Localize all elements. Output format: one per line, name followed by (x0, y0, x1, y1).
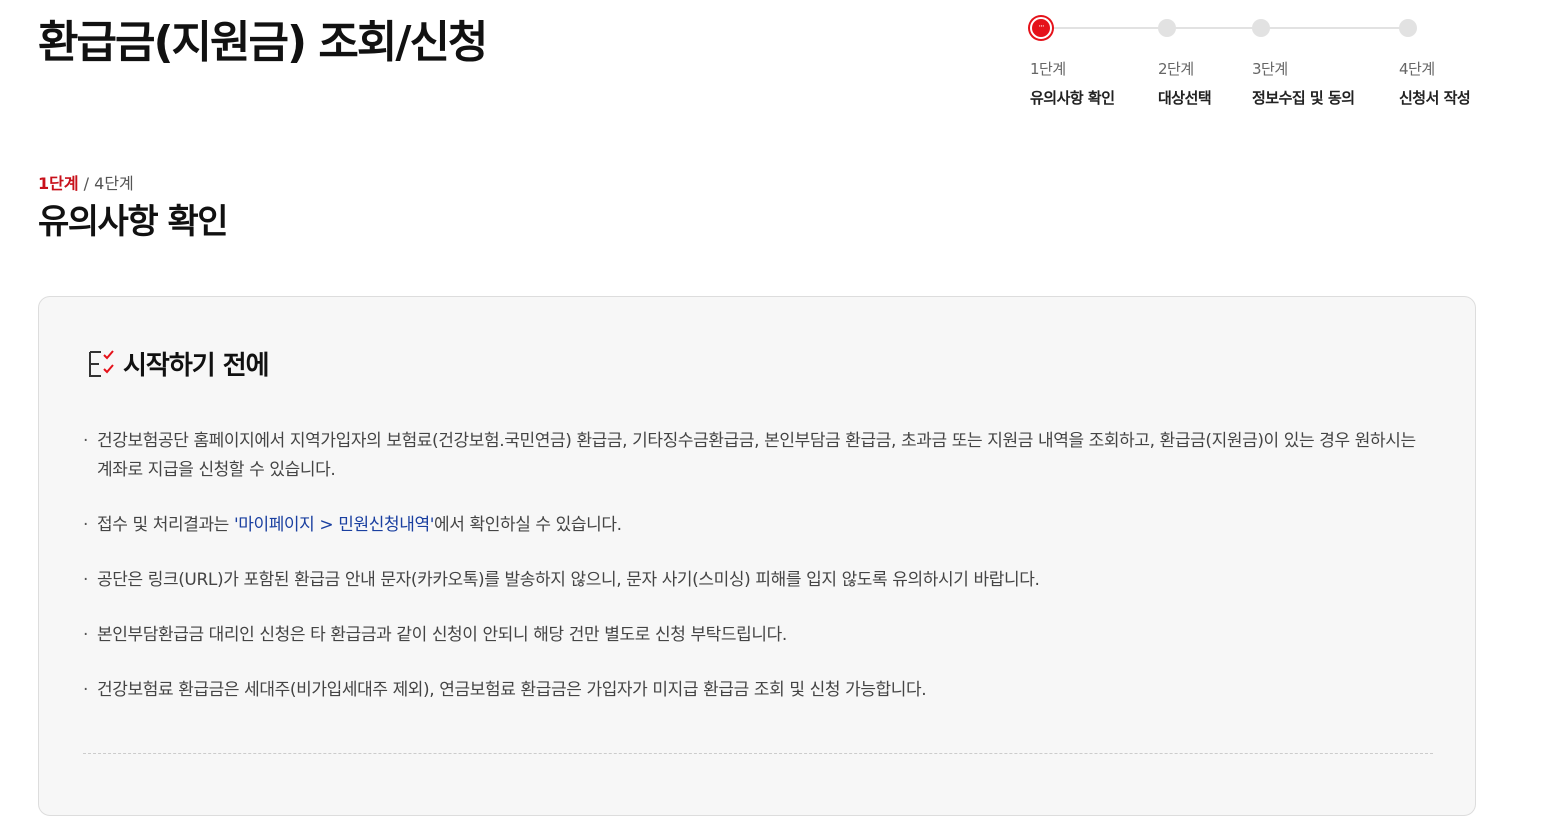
step-1-dot: ··· (1030, 17, 1052, 39)
step-1-label: 유의사항 확인 (1030, 89, 1115, 107)
notice-item-smishing: · 공단은 링크(URL)가 포함된 환급금 안내 문자(카카오톡)를 발송하지… (83, 566, 1423, 595)
notice-item-refund-inquiry: · 건강보험공단 홈페이지에서 지역가입자의 보험료(건강보험.국민연금) 환급… (83, 427, 1423, 485)
step-indicator: 1단계 / 4단계 (38, 170, 134, 194)
bullet-dot: · (83, 431, 89, 451)
notice-list: · 건강보험공단 홈페이지에서 지역가입자의 보험료(건강보험.국민연금) 환급… (83, 427, 1423, 731)
bullet-dot: · (83, 680, 89, 700)
step-separator: / (78, 174, 95, 193)
current-step: 1단계 (38, 174, 79, 193)
notice-text-after: 에서 확인하실 수 있습니다. (433, 515, 622, 535)
notice-text: 본인부담환급금 대리인 신청은 타 환급금과 같이 신청이 안되니 해당 건만 … (97, 625, 787, 645)
notice-item-mypage: · 접수 및 처리결과는 '마이페이지 > 민원신청내역'에서 확인하실 수 있… (83, 511, 1423, 540)
step-4-dot (1399, 19, 1417, 37)
notice-title: 시작하기 전에 (123, 351, 270, 381)
bullet-dot: · (83, 515, 89, 535)
step-3-number: 3단계 (1252, 60, 1288, 78)
checklist-icon (89, 349, 114, 377)
notice-item-proxy: · 본인부담환급금 대리인 신청은 타 환급금과 같이 신청이 안되니 해당 건… (83, 621, 1423, 650)
notice-text: 공단은 링크(URL)가 포함된 환급금 안내 문자(카카오톡)를 발송하지 않… (97, 570, 1040, 590)
section-title: 유의사항 확인 (38, 202, 229, 242)
dashed-divider (83, 753, 1433, 754)
page-title: 환급금(지원금) 조회/신청 (38, 17, 488, 68)
notice-header: 시작하기 전에 (87, 345, 270, 382)
notice-item-eligibility: · 건강보험료 환급금은 세대주(비가입세대주 제외), 연금보험료 환급금은 … (83, 676, 1423, 705)
notice-text-before: 접수 및 처리결과는 (97, 515, 234, 535)
bullet-dot: · (83, 625, 89, 645)
progress-stepper: ··· 1단계 2단계 3단계 4단계 유의사항 확인 대상선택 정보수집 및 … (1030, 16, 1490, 116)
step-1-number: 1단계 (1030, 60, 1066, 78)
step-1-dot-glyph: ··· (1038, 22, 1045, 32)
step-3-dot (1252, 19, 1270, 37)
step-2-dot (1158, 19, 1176, 37)
step-4-number: 4단계 (1399, 60, 1435, 78)
step-3-label: 정보수집 및 동의 (1252, 89, 1355, 107)
step-2-label: 대상선택 (1158, 89, 1212, 107)
mypage-complaint-history-link[interactable]: '마이페이지 > 민원신청내역' (234, 515, 434, 535)
bullet-dot: · (83, 570, 89, 590)
step-4-label: 신청서 작성 (1399, 89, 1471, 107)
notice-text: 건강보험공단 홈페이지에서 지역가입자의 보험료(건강보험.국민연금) 환급금,… (97, 431, 1416, 480)
total-steps: 4단계 (94, 174, 134, 193)
stepper-line (1040, 27, 1410, 29)
notice-panel: 시작하기 전에 · 건강보험공단 홈페이지에서 지역가입자의 보험료(건강보험.… (38, 296, 1476, 816)
step-2-number: 2단계 (1158, 60, 1194, 78)
notice-text: 건강보험료 환급금은 세대주(비가입세대주 제외), 연금보험료 환급금은 가입… (97, 680, 927, 700)
